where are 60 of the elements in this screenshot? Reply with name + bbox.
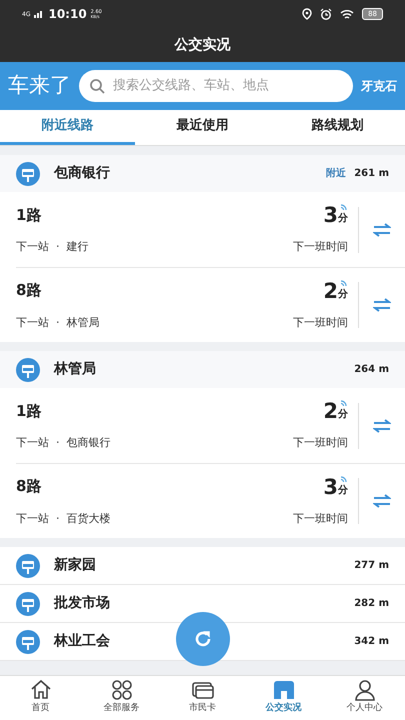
realtime-signal-icon [340, 476, 346, 482]
wifi-icon [340, 8, 354, 20]
next-stop: 下一站 · 建行 [16, 239, 88, 255]
next-bus-caption: 下一班时间 [293, 435, 348, 451]
route-name[interactable]: 1路 [16, 204, 42, 226]
screen-title: 公交实况 [174, 36, 230, 54]
minute-unit: 分 [338, 288, 348, 302]
route-name[interactable]: 1路 [16, 400, 42, 422]
nav-tab[interactable]: 全部服务 [81, 676, 162, 720]
station-name: 林业工会 [54, 632, 110, 651]
arrival-minutes: 3 [323, 205, 338, 226]
station-name: 批发市场 [54, 594, 110, 613]
search-icon [89, 78, 105, 94]
realtime-signal-icon [340, 204, 346, 211]
clock: 10:10 [48, 6, 87, 23]
nav-tab[interactable]: 个人中心 [324, 676, 405, 720]
swap-direction-icon[interactable] [373, 494, 391, 508]
app-logo: 车来了 [8, 72, 71, 100]
next-bus-caption: 下一班时间 [293, 510, 348, 526]
nav-tab[interactable]: 公交实况 [243, 676, 324, 720]
nav-tab[interactable]: 首页 [0, 676, 81, 720]
station-name: 包商银行 [54, 164, 110, 183]
route-name[interactable]: 8路 [16, 475, 42, 498]
station-name: 林管局 [54, 360, 96, 379]
distance: 261 m [354, 167, 389, 181]
swap-direction-icon[interactable] [373, 298, 391, 312]
next-stop: 下一站 · 林管局 [16, 314, 100, 330]
next-stop: 下一站 · 百货大楼 [16, 510, 110, 526]
realtime-signal-icon [340, 400, 346, 407]
location-icon [302, 8, 312, 20]
next-bus-caption: 下一班时间 [293, 314, 348, 330]
nav-tab[interactable]: 市民卡 [162, 676, 243, 720]
nearby-tag: 附近 [326, 166, 346, 181]
distance: 264 m [354, 363, 389, 377]
swap-direction-icon[interactable] [373, 222, 391, 236]
realtime-signal-icon [340, 280, 346, 286]
swap-direction-icon[interactable] [373, 418, 391, 432]
search-bar[interactable]: 搜索公交线路、车站、地点 [79, 70, 353, 102]
home-icon [28, 678, 52, 702]
tab[interactable]: 最近使用 [135, 110, 270, 145]
next-stop: 下一站 · 包商银行 [16, 435, 110, 451]
arrival-minutes: 2 [323, 280, 338, 302]
arrival-minutes: 2 [323, 401, 338, 422]
refresh-icon[interactable] [193, 629, 213, 649]
signal-icon [34, 10, 44, 18]
grid-icon [110, 678, 134, 702]
distance: 282 m [354, 597, 389, 611]
person-icon [352, 678, 376, 702]
station-name: 新家园 [54, 556, 96, 575]
distance: 277 m [354, 559, 389, 573]
next-bus-caption: 下一班时间 [293, 239, 348, 255]
tab[interactable]: 附近线路 [0, 110, 135, 145]
distance: 342 m [354, 635, 389, 649]
tab[interactable]: 路线规划 [270, 110, 405, 145]
minute-unit: 分 [338, 212, 348, 226]
minute-unit: 分 [338, 484, 348, 498]
arrival-minutes: 3 [323, 476, 338, 498]
route-name[interactable]: 8路 [16, 279, 42, 302]
alarm-icon [320, 8, 332, 20]
minute-unit: 分 [338, 408, 348, 422]
